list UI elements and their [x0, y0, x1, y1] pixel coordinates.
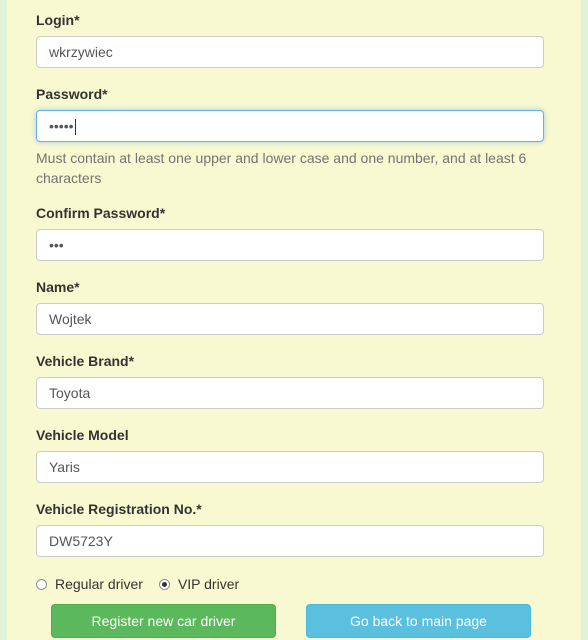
registration-label: Vehicle Registration No.*: [36, 501, 202, 517]
vehicle-brand-input[interactable]: Toyota: [36, 377, 544, 409]
radio-selected-dot: [161, 581, 167, 587]
vip-driver-label[interactable]: VIP driver: [178, 576, 239, 592]
back-to-main-button[interactable]: Go back to main page: [306, 604, 531, 638]
text-caret: [74, 119, 76, 136]
vehicle-model-value: Yaris: [49, 459, 80, 475]
confirm-password-label: Confirm Password*: [36, 205, 166, 221]
vehicle-model-label: Vehicle Model: [36, 427, 129, 443]
password-input[interactable]: •••••: [36, 110, 544, 142]
confirm-password-value: •••: [49, 237, 64, 253]
left-margin: [0, 0, 7, 640]
vehicle-brand-label: Vehicle Brand*: [36, 353, 135, 369]
vehicle-model-input[interactable]: Yaris: [36, 451, 544, 483]
name-label: Name*: [36, 279, 80, 295]
name-value: Wojtek: [49, 311, 92, 327]
registration-value: DW5723Y: [49, 533, 113, 549]
login-label: Login*: [36, 12, 80, 28]
password-help-text: Must contain at least one upper and lowe…: [36, 150, 527, 186]
driver-type-radio-group: Regular driver VIP driver: [36, 574, 255, 594]
login-input[interactable]: wkrzywiec: [36, 36, 544, 68]
registration-input[interactable]: DW5723Y: [36, 525, 544, 557]
password-label: Password*: [36, 86, 108, 102]
confirm-password-input[interactable]: •••: [36, 229, 544, 261]
login-value: wkrzywiec: [49, 44, 113, 60]
password-value: •••••: [49, 118, 74, 134]
regular-driver-radio[interactable]: [36, 578, 47, 590]
register-driver-button[interactable]: Register new car driver: [51, 604, 276, 638]
name-input[interactable]: Wojtek: [36, 303, 544, 335]
vehicle-brand-value: Toyota: [49, 385, 91, 401]
vip-driver-radio[interactable]: [158, 578, 170, 590]
regular-driver-label[interactable]: Regular driver: [55, 576, 143, 592]
right-margin: [581, 0, 588, 640]
